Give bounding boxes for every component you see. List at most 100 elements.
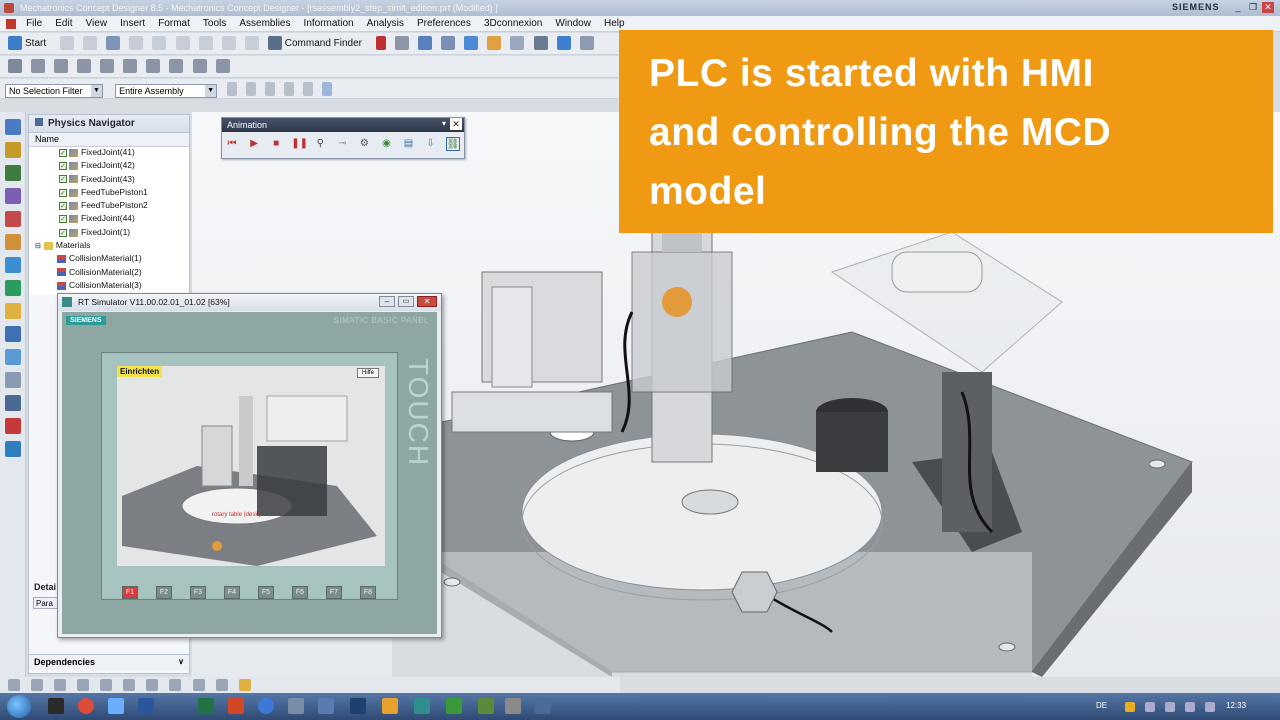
pause-icon[interactable]: ❚❚ (291, 137, 308, 151)
checkbox-icon[interactable]: ✓ (59, 228, 67, 237)
taskbar-app-icon[interactable] (505, 698, 521, 714)
column-name-header[interactable]: Name (29, 133, 189, 147)
snap-quadrant-icon[interactable] (77, 679, 90, 691)
windows-start-icon[interactable] (7, 695, 31, 718)
snap-curve-icon[interactable] (169, 679, 182, 691)
play-icon[interactable]: ▶ (247, 137, 261, 151)
function-key-f5[interactable]: F5 (258, 586, 274, 599)
save-icon[interactable] (106, 36, 121, 50)
close-button[interactable]: ✕ (1262, 2, 1274, 13)
mcd-icon[interactable] (478, 698, 494, 714)
snap-point-icon[interactable] (123, 679, 136, 691)
rewind-icon[interactable]: ⏮ (225, 137, 239, 151)
explorer-icon[interactable] (108, 698, 124, 714)
sequence-editor-icon[interactable] (5, 234, 21, 250)
system-navigator-icon[interactable] (5, 280, 21, 296)
open-file-icon[interactable] (83, 36, 98, 50)
function-key-f8[interactable]: F8 (360, 586, 376, 599)
tree-row[interactable]: ✓ FeedTubePiston1 (29, 187, 189, 200)
gear-tool-icon[interactable] (215, 59, 230, 73)
physics-navigator-icon[interactable] (5, 211, 21, 227)
view-icon[interactable] (322, 82, 333, 96)
web-browser-icon[interactable] (5, 326, 21, 342)
close-icon[interactable]: ✕ (450, 118, 462, 130)
play-icon[interactable] (376, 36, 387, 50)
taskbar-clock[interactable]: 12:33 (1226, 701, 1246, 710)
deselect-icon[interactable] (284, 82, 295, 96)
stop-icon[interactable]: ■ (269, 137, 283, 151)
tree-row[interactable]: CollisionMaterial(3) (29, 280, 189, 293)
coupler-icon[interactable] (77, 59, 92, 73)
history-icon[interactable] (5, 303, 21, 319)
paste-icon[interactable] (175, 36, 190, 50)
redo-icon[interactable] (244, 36, 259, 50)
undo-icon[interactable] (221, 36, 236, 50)
process-studio-icon[interactable] (5, 349, 21, 365)
runtime-inspector-icon[interactable] (5, 257, 21, 273)
checkbox-icon[interactable]: ✓ (59, 201, 67, 210)
help-tab-icon[interactable] (5, 441, 21, 457)
menu-view[interactable]: View (81, 16, 113, 29)
box-select-icon[interactable] (303, 82, 314, 96)
function-key-f1[interactable]: F1 (122, 586, 138, 599)
link-icon[interactable]: ⛓ (445, 137, 460, 151)
start-icon[interactable] (8, 36, 22, 50)
menu-edit[interactable]: Edit (50, 16, 77, 29)
checkbox-icon[interactable]: ✓ (59, 162, 67, 171)
snap-face-icon[interactable] (146, 679, 159, 691)
palette-icon[interactable] (5, 418, 21, 434)
snap-center-icon[interactable] (54, 679, 67, 691)
snap-intersection-icon[interactable] (100, 679, 113, 691)
folder-icon[interactable] (288, 698, 304, 714)
simit-icon[interactable] (446, 698, 462, 714)
rotate-icon[interactable] (441, 36, 456, 50)
measure-icon[interactable] (395, 36, 410, 50)
simulator-icon[interactable] (414, 698, 430, 714)
selection-filter-select[interactable]: No Selection Filter ▼ (5, 83, 103, 98)
sync-icon[interactable] (556, 36, 571, 50)
menu-information[interactable]: Information (299, 16, 359, 29)
checkbox-icon[interactable]: ✓ (59, 175, 67, 184)
nx-icon[interactable] (318, 698, 334, 714)
function-key-f2[interactable]: F2 (156, 586, 172, 599)
checkbox-icon[interactable]: ✓ (59, 215, 67, 224)
export-icon[interactable]: ⇩ (424, 137, 438, 151)
inspect-icon[interactable]: ⚲ (313, 137, 327, 151)
menu-tools[interactable]: Tools (198, 16, 231, 29)
app-menu-icon[interactable] (6, 19, 16, 29)
tree-row[interactable]: ✓ FeedTubePiston2 (29, 200, 189, 213)
tree-row[interactable]: ✓ FixedJoint(1) (29, 227, 189, 240)
snap-icon[interactable] (579, 36, 594, 50)
settings-icon[interactable]: ⚙ (357, 137, 371, 151)
filter-icon[interactable] (227, 82, 238, 96)
actuator-icon[interactable] (123, 59, 138, 73)
menu-window[interactable]: Window (550, 16, 596, 29)
tree-row[interactable]: ⊟ Materials (29, 240, 189, 253)
shaded-view-icon[interactable] (464, 36, 479, 50)
tray-icon[interactable] (1145, 702, 1155, 712)
constraint-navigator-icon[interactable] (5, 142, 21, 158)
tree-row[interactable]: ✓ FixedJoint(42) (29, 160, 189, 173)
function-key-f3[interactable]: F3 (190, 586, 206, 599)
copy-icon[interactable] (152, 36, 167, 50)
function-key-f6[interactable]: F6 (292, 586, 308, 599)
word-icon[interactable] (138, 698, 154, 714)
chevron-down-icon[interactable]: ▾ (442, 119, 446, 128)
tia-portal-icon[interactable] (350, 698, 366, 714)
menu-help[interactable]: Help (599, 16, 630, 29)
animation-toolbar-header[interactable]: Animation ▾ ✕ (222, 118, 464, 132)
excel-icon[interactable] (198, 698, 214, 714)
start-button[interactable]: Start (25, 38, 46, 49)
minimize-button[interactable]: _ (1232, 2, 1244, 13)
command-finder-button[interactable]: Command Finder (285, 38, 362, 49)
system-scene-icon[interactable] (5, 395, 21, 411)
snap-grid-icon[interactable] (192, 679, 205, 691)
delete-icon[interactable] (198, 36, 213, 50)
volume-icon[interactable] (1185, 702, 1195, 712)
network-icon[interactable] (1165, 702, 1175, 712)
snapshot-icon[interactable]: ⊸ (335, 137, 349, 151)
sensor-icon[interactable]: ◉ (379, 137, 393, 151)
battery-icon[interactable] (1205, 702, 1215, 712)
browser-icon[interactable] (258, 698, 274, 714)
assembly-navigator-icon[interactable] (5, 119, 21, 135)
